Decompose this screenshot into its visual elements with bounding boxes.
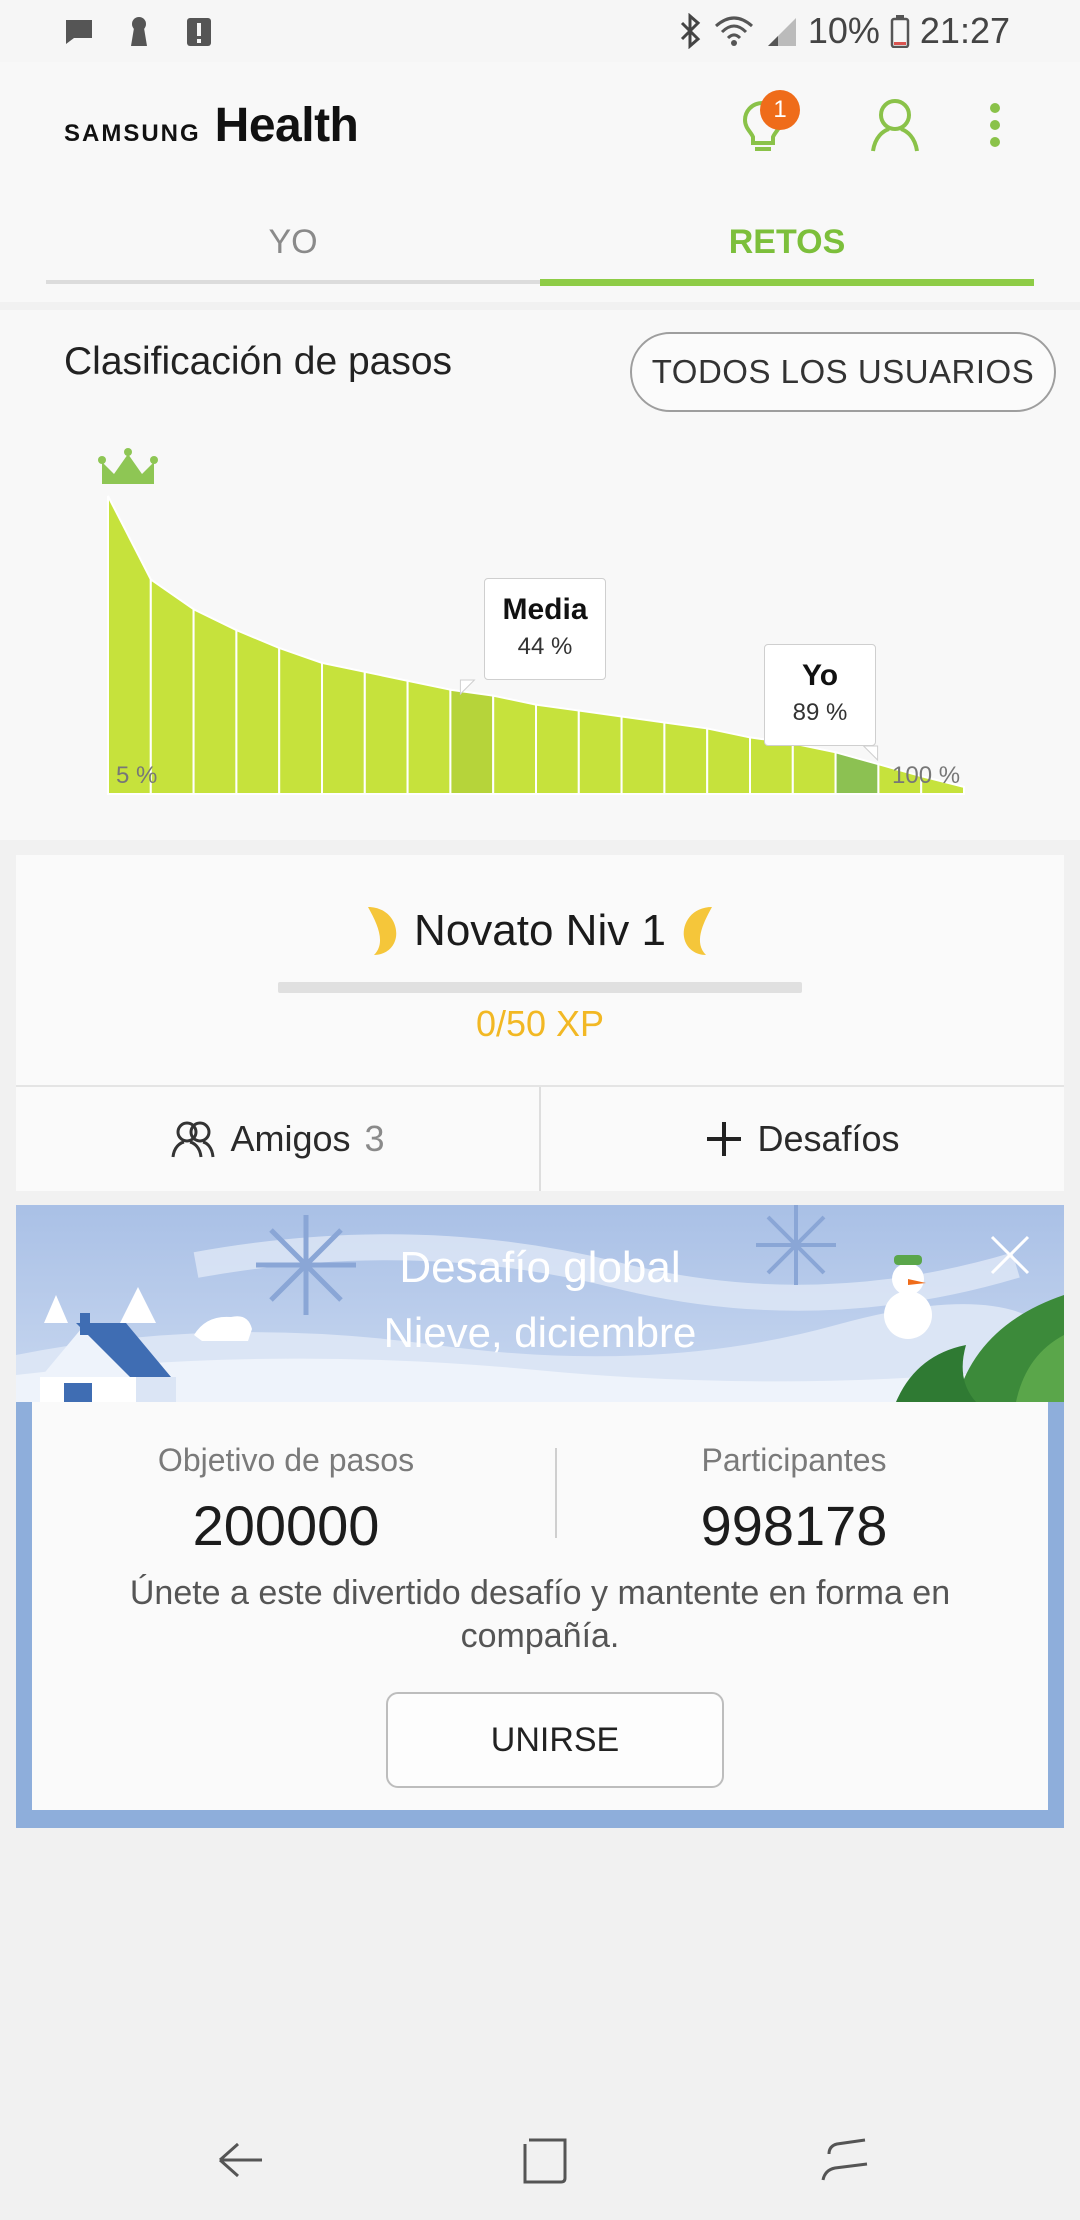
global-challenge-card[interactable]: Desafío global Nieve, diciembre Objetivo… <box>16 1205 1064 1828</box>
tips-button[interactable]: 1 <box>728 90 800 160</box>
battery-icon <box>890 15 910 48</box>
crown-jewel <box>124 448 132 456</box>
home-icon[interactable] <box>515 2130 575 2190</box>
ranking-bar <box>663 721 709 795</box>
battery-percentage: 10% <box>807 10 880 51</box>
challenge-details: Objetivo de pasos 200000 Participantes 9… <box>32 1402 1048 1810</box>
step-goal-label: Objetivo de pasos <box>157 1442 415 1478</box>
wifi-icon <box>714 16 753 46</box>
ranking-bar <box>834 750 880 795</box>
participants-value: 998178 <box>700 1494 888 1557</box>
back-icon[interactable] <box>210 2130 270 2190</box>
tab-yo-label: YO <box>268 223 318 261</box>
callout-pointer <box>862 745 879 762</box>
ranking-bar <box>492 694 537 795</box>
ranking-bar <box>107 495 152 795</box>
ranking-bar <box>620 715 666 795</box>
more-vert-icon <box>990 103 1000 147</box>
crown-icon <box>102 454 154 484</box>
profile-icon <box>871 99 919 152</box>
recents-icon[interactable] <box>815 2130 875 2190</box>
challenge-banner-subtitle: Nieve, diciembre <box>383 1309 697 1356</box>
ranking-bar <box>706 727 751 795</box>
social-actions: Amigos 3 Desafíos <box>16 1085 1064 1191</box>
add-challenge-button[interactable]: Desafíos <box>539 1087 1064 1191</box>
me-label: Yo <box>801 659 839 692</box>
ranking-bar <box>192 607 238 795</box>
more-options-button[interactable] <box>960 90 1030 160</box>
tab-bar: YO RETOS <box>46 212 1034 292</box>
ranking-chart <box>98 448 965 795</box>
app-header: SAMSUNG Health 1 YO RETOS <box>0 62 1080 302</box>
participants-label: Participantes <box>701 1442 887 1478</box>
ranking-bar <box>363 670 409 795</box>
keyhole-icon <box>131 17 147 46</box>
ranking-bar <box>791 742 837 795</box>
ranking-bar <box>449 688 495 795</box>
ranking-bar <box>577 709 623 795</box>
tab-active-indicator <box>540 279 1034 286</box>
close-icon[interactable] <box>988 1233 1032 1277</box>
message-icon <box>66 20 92 44</box>
signal-icon <box>767 18 796 46</box>
ranking-bar <box>278 646 323 795</box>
logo-product: Health <box>214 99 359 152</box>
me-value: 89 % <box>792 699 848 726</box>
system-nav-bar <box>0 2100 1080 2220</box>
average-value: 44 % <box>517 633 573 660</box>
me-callout: Yo 89 % <box>764 644 876 746</box>
ranking-bar <box>406 679 452 795</box>
level-card[interactable]: Novato Niv 1 0/50 XP <box>16 855 1064 1085</box>
challenges-label: Desafíos <box>757 1118 900 1159</box>
low-percent-label: 5 % <box>116 762 158 789</box>
plus-icon <box>707 1122 742 1156</box>
friends-icon <box>171 1121 215 1158</box>
join-button[interactable]: UNIRSE <box>386 1692 724 1788</box>
friends-count: 3 <box>364 1118 385 1159</box>
tab-yo[interactable]: YO <box>46 212 540 292</box>
challenge-banner-title: Desafío global <box>399 1243 681 1292</box>
winter-illustration <box>16 1205 1064 1402</box>
tab-retos[interactable]: RETOS <box>540 212 1034 292</box>
logo-brand: SAMSUNG <box>64 120 201 147</box>
right-wing-icon <box>683 907 712 955</box>
ranking-bar <box>235 628 281 795</box>
xp-text: 0/50 XP <box>475 1003 605 1044</box>
xp-progress-bar <box>278 982 802 993</box>
notification-badge: 1 <box>760 90 800 130</box>
samsung-health-logo: SAMSUNG Health <box>64 98 359 153</box>
step-ranking-card: Clasificación de pasos TODOS LOS USUARIO… <box>0 310 1080 840</box>
challenge-banner: Desafío global Nieve, diciembre <box>16 1205 1064 1402</box>
ranking-bar <box>321 661 366 795</box>
average-label: Media <box>502 593 588 626</box>
average-callout: Media 44 % <box>484 578 606 680</box>
friends-label: Amigos <box>230 1118 351 1159</box>
high-percent-label: 100 % <box>892 762 961 789</box>
tab-retos-label: RETOS <box>728 223 846 261</box>
challenge-description: Únete a este divertido desafío y mantent… <box>129 1574 951 1655</box>
left-wing-icon <box>368 907 397 955</box>
step-goal: Objetivo de pasos 200000 <box>32 1442 540 1558</box>
status-bar: 10% 21:27 <box>0 0 1080 62</box>
friends-button[interactable]: Amigos 3 <box>16 1087 539 1191</box>
alert-icon <box>187 18 211 46</box>
ranking-bar <box>535 703 580 795</box>
participants: Participantes 998178 <box>540 1442 1048 1558</box>
tab-underline <box>46 280 540 284</box>
clock: 21:27 <box>919 10 1010 51</box>
level-name: Novato Niv 1 <box>414 906 666 955</box>
profile-button[interactable] <box>860 90 930 160</box>
bluetooth-icon <box>680 13 701 49</box>
step-goal-value: 200000 <box>192 1494 380 1557</box>
crown-jewel <box>98 456 106 464</box>
crown-jewel <box>150 456 158 464</box>
